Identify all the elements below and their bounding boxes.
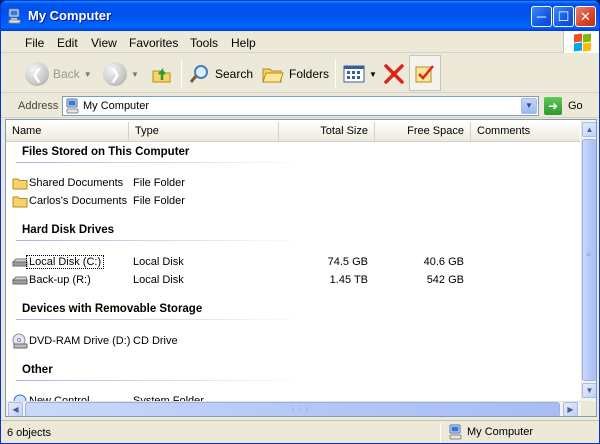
grip-icon: ⋮⋮⋮ <box>289 404 311 413</box>
folders-button[interactable]: Folders <box>261 58 329 90</box>
group-header-other: Other <box>22 364 53 376</box>
address-value: My Computer <box>83 100 150 112</box>
explorer-window: My Computer ─ ☐ ✕ File Edit View Favorit… <box>0 0 600 444</box>
my-computer-icon <box>66 98 79 114</box>
up-folder-icon <box>152 67 171 83</box>
my-computer-icon <box>8 8 21 24</box>
views-button[interactable]: ▼ <box>343 58 377 90</box>
scroll-left-button[interactable]: ◀ <box>8 402 23 416</box>
menu-file[interactable]: File <box>25 36 44 50</box>
menu-tools[interactable]: Tools <box>190 36 218 50</box>
group-divider <box>16 162 306 163</box>
close-icon: ✕ <box>580 9 591 24</box>
horizontal-scrollbar[interactable]: ◀ ⋮⋮⋮ ▶ <box>6 401 581 416</box>
window-title: My Computer <box>28 8 112 23</box>
chevron-down-icon: ▼ <box>525 101 533 110</box>
chevron-up-icon: ▲ <box>585 125 594 134</box>
chevron-down-icon: ▼ <box>131 69 139 79</box>
status-bar: 6 objects My Computer <box>1 420 599 443</box>
list-item[interactable]: Shared Documents File Folder <box>6 175 580 191</box>
address-dropdown-button[interactable]: ▼ <box>521 98 537 114</box>
chevron-down-icon: ▼ <box>83 69 92 79</box>
group-header-removable-storage: Devices with Removable Storage <box>22 303 203 315</box>
address-input[interactable]: My Computer ▼ <box>62 96 539 116</box>
delete-button[interactable] <box>383 58 405 90</box>
title-bar[interactable]: My Computer ─ ☐ ✕ <box>1 1 599 31</box>
maximize-button[interactable]: ☐ <box>553 6 574 27</box>
group-header-files-stored: Files Stored on This Computer <box>22 146 190 158</box>
search-button[interactable]: Search <box>189 58 253 90</box>
toolbar-separator <box>181 60 182 88</box>
list-item[interactable]: Local Disk (C:) Local Disk 74.5 GB 40.6 … <box>6 254 580 270</box>
list-item[interactable]: Carlos's Documents File Folder <box>6 193 580 209</box>
properties-check-icon <box>415 65 434 83</box>
my-computer-icon <box>449 424 462 440</box>
chevron-left-icon: ◀ <box>12 405 19 414</box>
forward-button[interactable]: ❯ ▼ <box>103 58 139 90</box>
horizontal-scroll-thumb[interactable]: ⋮⋮⋮ <box>25 402 560 416</box>
windows-logo-icon <box>563 31 599 53</box>
up-folder-button[interactable] <box>151 58 173 90</box>
group-divider <box>16 319 306 320</box>
hard-disk-icon <box>12 276 28 285</box>
grip-icon: ≡ <box>586 250 591 259</box>
go-button[interactable]: ➜ Go <box>544 96 598 116</box>
column-total-size[interactable]: Total Size <box>279 122 375 141</box>
dvd-drive-icon <box>12 333 28 349</box>
toolbar-separator <box>335 60 336 88</box>
delete-x-icon <box>384 64 404 84</box>
menu-edit[interactable]: Edit <box>57 36 78 50</box>
forward-arrow-icon: ❯ <box>103 62 127 86</box>
scroll-down-button[interactable]: ▼ <box>582 383 596 398</box>
menu-bar: File Edit View Favorites Tools Help <box>1 31 599 53</box>
chevron-down-icon: ▼ <box>369 69 377 79</box>
back-arrow-icon: ❮ <box>25 62 49 86</box>
vertical-scrollbar[interactable]: ▲ ≡ ▼ <box>581 120 596 401</box>
status-divider <box>440 423 441 443</box>
column-comments[interactable]: Comments <box>471 122 580 141</box>
list-item[interactable]: Back-up (R:) Local Disk 1.45 TB 542 GB <box>6 272 580 288</box>
hard-disk-icon <box>12 258 28 267</box>
maximize-icon: ☐ <box>557 9 570 24</box>
standard-toolbar: ❮ Back ▼ ❯ ▼ Search Folders ▼ <box>1 54 599 93</box>
views-icon <box>343 65 365 83</box>
menu-view[interactable]: View <box>91 36 117 50</box>
properties-button[interactable] <box>409 55 441 91</box>
scroll-right-button[interactable]: ▶ <box>563 402 578 416</box>
status-object-count: 6 objects <box>7 427 52 439</box>
list-item[interactable]: DVD-RAM Drive (D:) CD Drive <box>6 333 580 349</box>
go-arrow-icon: ➜ <box>544 97 562 115</box>
minimize-icon: ─ <box>536 9 547 24</box>
folder-icon <box>12 178 28 190</box>
chevron-right-icon: ▶ <box>567 405 574 414</box>
folders-icon <box>262 68 284 83</box>
minimize-button[interactable]: ─ <box>531 6 552 27</box>
back-button[interactable]: ❮ Back ▼ <box>25 58 92 90</box>
scrollbar-corner <box>581 401 596 416</box>
scroll-up-button[interactable]: ▲ <box>582 122 596 137</box>
folder-icon <box>12 196 28 208</box>
file-list-view[interactable]: Name Type Total Size Free Space Comments… <box>5 119 597 417</box>
column-free-space[interactable]: Free Space <box>375 122 471 141</box>
group-divider <box>16 240 306 241</box>
address-label: Address <box>18 100 59 112</box>
address-bar: Address My Computer ▼ ➜ Go <box>1 94 599 118</box>
close-button[interactable]: ✕ <box>575 6 596 27</box>
group-header-hard-disk-drives: Hard Disk Drives <box>22 224 115 236</box>
column-type[interactable]: Type <box>129 122 279 141</box>
status-location: My Computer <box>448 424 533 440</box>
group-divider <box>16 380 306 381</box>
menu-favorites[interactable]: Favorites <box>129 36 178 50</box>
chevron-down-icon: ▼ <box>585 386 594 395</box>
search-icon <box>189 65 208 83</box>
vertical-scroll-thumb[interactable]: ≡ <box>582 139 596 381</box>
column-header: Name Type Total Size Free Space Comments <box>6 122 580 142</box>
menu-help[interactable]: Help <box>231 36 256 50</box>
column-name[interactable]: Name <box>6 122 129 141</box>
